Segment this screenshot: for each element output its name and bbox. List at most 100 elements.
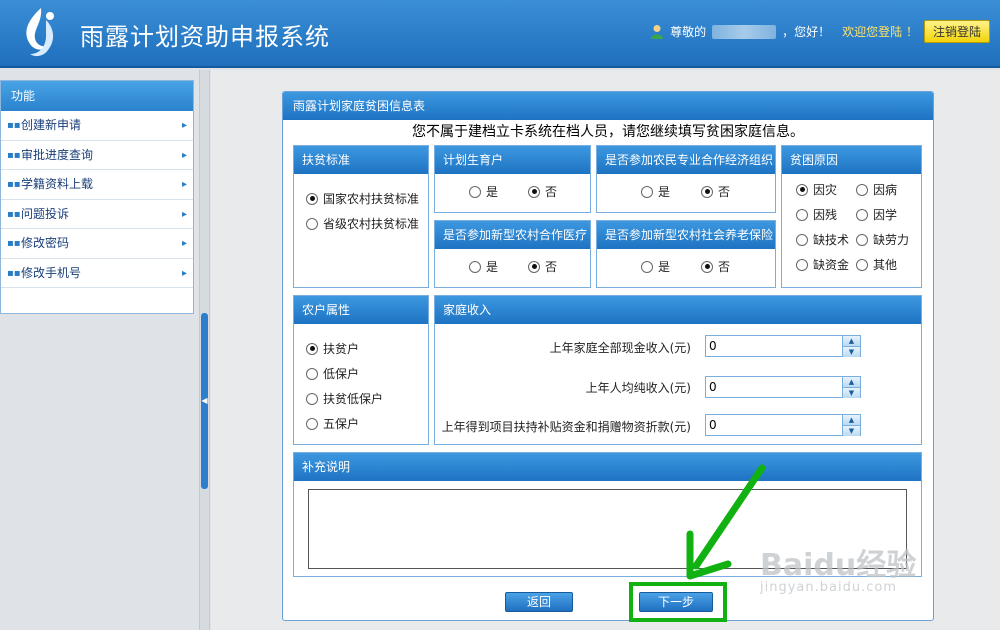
app-title: 雨露计划资助申报系统 [80, 23, 330, 51]
radio-button[interactable] [856, 258, 868, 271]
radio-option[interactable]: 是 [469, 183, 498, 200]
radio-button[interactable] [528, 185, 540, 198]
coop-box: 是否参加农民专业合作经济组织 是 否 [596, 145, 776, 213]
logout-button[interactable]: 注销登陆 [923, 20, 990, 43]
radio-label: 因学 [873, 208, 898, 222]
radio-label: 是 [658, 185, 671, 199]
radio-label: 国家农村扶贫标准 [323, 192, 420, 206]
sidebar-item-label: 问题投诉 [21, 206, 70, 221]
sidebar-item-progress-query[interactable]: ▪▪ 审批进度查询 ▸ [1, 141, 193, 170]
radio-button[interactable] [856, 208, 868, 221]
remark-title: 补充说明 [294, 453, 921, 481]
radio-button[interactable] [641, 185, 653, 198]
radio-button[interactable] [796, 208, 808, 221]
radio-button[interactable] [701, 185, 713, 198]
income-title: 家庭收入 [435, 296, 921, 324]
number-field[interactable] [706, 377, 842, 397]
sidebar-item-upload-records[interactable]: ▪▪ 学籍资料上载 ▸ [1, 170, 193, 200]
radio-option[interactable]: 因学 [856, 206, 897, 223]
stepper-buttons: ▲ ▼ [842, 377, 860, 398]
radio-label: 缺资金 [813, 258, 850, 272]
radio-option[interactable]: 否 [701, 258, 730, 275]
radio-label: 是 [658, 260, 671, 274]
household-type-title: 农户属性 [294, 296, 428, 324]
radio-option[interactable]: 低保户 [306, 365, 359, 382]
radio-option[interactable]: 是 [641, 258, 670, 275]
radio-option[interactable]: 缺资金 [796, 256, 849, 273]
decrement-icon[interactable]: ▼ [843, 347, 860, 357]
radio-button[interactable] [856, 183, 868, 196]
increment-icon[interactable]: ▲ [843, 377, 860, 388]
number-field[interactable] [706, 336, 842, 356]
income-label: 上年家庭全部现金收入(元) [549, 341, 691, 355]
radio-option[interactable]: 五保户 [306, 415, 359, 432]
radio-button[interactable] [306, 217, 318, 230]
top-header: 雨露计划资助申报系统 尊敬的 ，您好！ 欢迎您登陆 ！ 注销登陆 [0, 0, 1000, 68]
back-button[interactable]: 返回 [505, 592, 573, 612]
sidebar-item-change-password[interactable]: ▪▪ 修改密码 ▸ [1, 229, 193, 259]
radio-label: 五保户 [323, 417, 360, 431]
radio-option[interactable]: 因残 [796, 206, 837, 223]
sidebar-item-label: 创建新申请 [21, 118, 82, 132]
bullet-icon: ▪▪ [7, 179, 21, 190]
decrement-icon[interactable]: ▼ [843, 388, 860, 398]
panel-title: 雨露计划家庭贫困信息表 [283, 92, 933, 120]
radio-button[interactable] [306, 192, 318, 205]
radio-button[interactable] [528, 260, 540, 273]
logo-icon [26, 8, 54, 57]
increment-icon[interactable]: ▲ [843, 336, 860, 347]
radio-button[interactable] [306, 342, 318, 355]
radio-option[interactable]: 其他 [856, 256, 897, 273]
radio-option[interactable]: 因病 [856, 181, 897, 198]
chevron-right-icon: ▸ [181, 149, 187, 161]
radio-option[interactable]: 扶贫户 [306, 340, 359, 357]
chevron-right-icon: ▸ [181, 179, 187, 190]
welcome-text: 欢迎您登陆 ！ [842, 25, 918, 39]
radio-option[interactable]: 缺技术 [796, 231, 849, 248]
subsidy-donation-input[interactable]: ▲ ▼ [705, 414, 861, 436]
radio-option[interactable]: 国家农村扶贫标准 [306, 190, 419, 207]
radio-button[interactable] [796, 233, 808, 246]
radio-button[interactable] [306, 417, 318, 430]
sidebar-item-change-phone[interactable]: ▪▪ 修改手机号 ▸ [1, 259, 193, 288]
poverty-standard-title: 扶贫标准 [294, 146, 428, 174]
radio-button[interactable] [796, 258, 808, 271]
greeting-prefix: 尊敬的 [670, 25, 707, 39]
radio-button[interactable] [796, 183, 808, 196]
decrement-icon[interactable]: ▼ [843, 426, 860, 436]
radio-option[interactable]: 否 [528, 258, 557, 275]
coop-title: 是否参加农民专业合作经济组织 [597, 146, 775, 174]
increment-icon[interactable]: ▲ [843, 415, 860, 426]
radio-option[interactable]: 缺劳力 [856, 231, 909, 248]
radio-option[interactable]: 扶贫低保户 [306, 390, 383, 407]
radio-button[interactable] [306, 392, 318, 405]
sidebar-item-create-application[interactable]: ▪▪ 创建新申请 ▸ [1, 111, 193, 141]
stepper-buttons: ▲ ▼ [842, 415, 860, 436]
rural-pension-title: 是否参加新型农村社会养老保险 [597, 221, 775, 249]
radio-label: 其他 [873, 258, 898, 272]
per-capita-income-input[interactable]: ▲ ▼ [705, 376, 861, 398]
number-field[interactable] [706, 415, 842, 435]
radio-button[interactable] [856, 233, 868, 246]
radio-option[interactable]: 省级农村扶贫标准 [306, 215, 419, 232]
radio-option[interactable]: 否 [701, 183, 730, 200]
radio-button[interactable] [306, 367, 318, 380]
radio-button[interactable] [469, 260, 481, 273]
user-name-redacted [712, 24, 777, 39]
sidebar-item-label: 学籍资料上载 [21, 177, 94, 191]
baidu-watermark: Baidu经验 jingyan.baidu.com [760, 540, 916, 595]
radio-button[interactable] [469, 185, 481, 198]
radio-option[interactable]: 因灾 [796, 181, 837, 198]
radio-option[interactable]: 是 [641, 183, 670, 200]
radio-label: 因病 [873, 183, 898, 197]
poverty-cause-box: 贫困原因 因灾 因病 因残 因学 缺技术 缺劳力 缺资金 其他 [781, 145, 922, 288]
radio-label: 省级农村扶贫标准 [323, 217, 420, 231]
total-cash-income-input[interactable]: ▲ ▼ [705, 335, 861, 357]
sidebar-item-complaint[interactable]: ▪▪ 问题投诉 ▸ [1, 200, 193, 229]
radio-option[interactable]: 否 [528, 183, 557, 200]
radio-button[interactable] [641, 260, 653, 273]
income-label: 上年人均纯收入(元) [585, 381, 691, 395]
income-box: 家庭收入 上年家庭全部现金收入(元) ▲ ▼ 上年人均纯收入(元) ▲ ▼ 上年… [434, 295, 922, 445]
radio-option[interactable]: 是 [469, 258, 498, 275]
radio-button[interactable] [701, 260, 713, 273]
